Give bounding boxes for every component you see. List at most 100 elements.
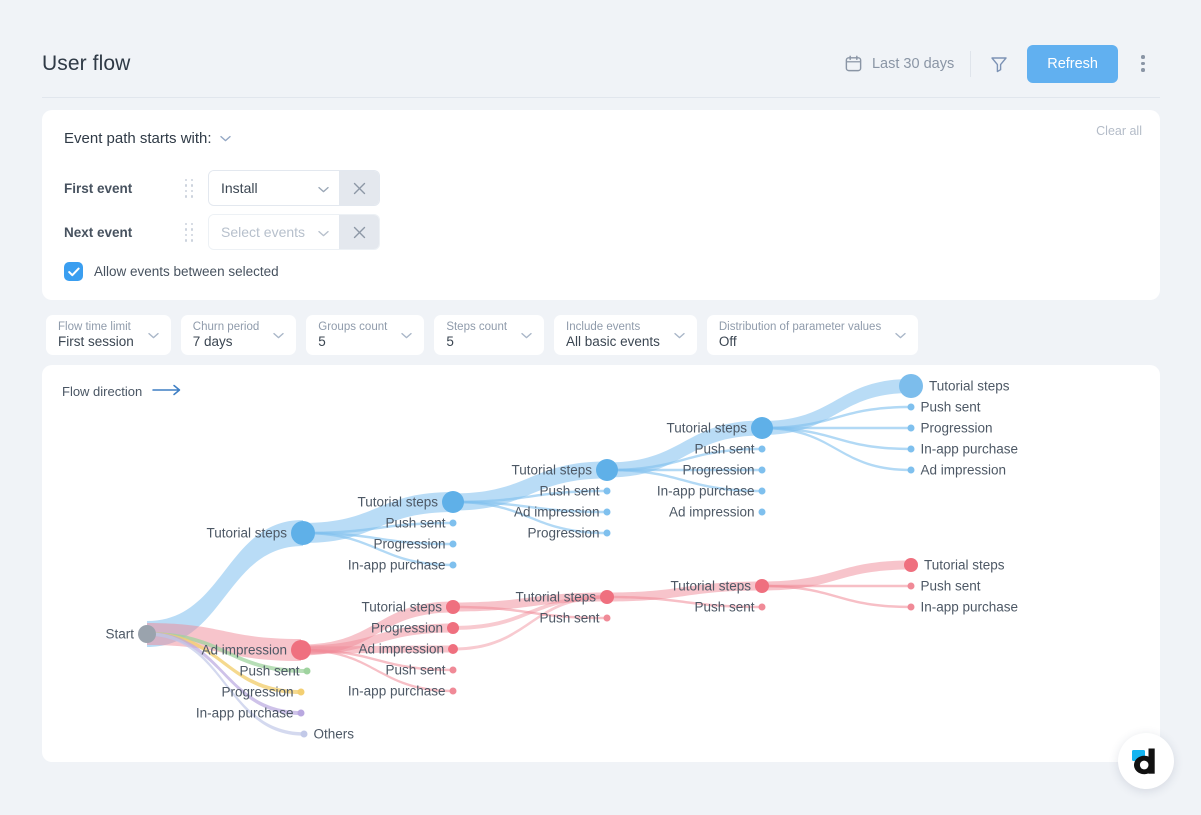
- flow-node[interactable]: [908, 446, 915, 453]
- flow-node[interactable]: [448, 644, 458, 654]
- page-header: User flow Last 30 days: [42, 30, 1160, 98]
- event-row-next: Next event Select events: [64, 210, 380, 254]
- flow-node[interactable]: [759, 488, 766, 495]
- next-event-select[interactable]: Select events: [209, 215, 339, 249]
- flow-node[interactable]: [759, 446, 766, 453]
- flow-node[interactable]: [759, 467, 766, 474]
- calendar-icon: [844, 54, 863, 73]
- flow-node[interactable]: [301, 731, 308, 738]
- allow-events-label: Allow events between selected: [94, 264, 279, 279]
- option-steps-count[interactable]: Steps count 5: [434, 315, 544, 355]
- flow-node[interactable]: [908, 404, 915, 411]
- flow-node-label: In-app purchase: [348, 684, 446, 699]
- flow-node[interactable]: [604, 530, 611, 537]
- flow-node-label: Push sent: [539, 484, 599, 499]
- flow-node-label: Others: [314, 727, 355, 742]
- flow-node[interactable]: [450, 520, 457, 527]
- drag-handle-icon[interactable]: [180, 179, 198, 198]
- option-include-events[interactable]: Include events All basic events: [554, 315, 697, 355]
- flow-node-label: Ad impression: [358, 642, 444, 657]
- chevron-down-icon: [318, 180, 329, 196]
- option-groups-count[interactable]: Groups count 5: [306, 315, 424, 355]
- flow-node[interactable]: [759, 509, 766, 516]
- flow-node-label: Progression: [371, 621, 443, 636]
- flow-node[interactable]: [450, 667, 457, 674]
- option-title: Flow time limit: [58, 320, 134, 334]
- flow-node[interactable]: [138, 625, 156, 643]
- flow-node-label: Progression: [527, 526, 599, 541]
- flow-node[interactable]: [446, 600, 460, 614]
- user-flow-chart-card: Flow direction StartTutorial stepsAd imp…: [42, 365, 1160, 762]
- flow-node[interactable]: [908, 583, 915, 590]
- event-row-first: First event Install: [64, 166, 380, 210]
- logo-icon: [1131, 745, 1161, 777]
- close-icon: [353, 226, 366, 239]
- event-path-label: Event path starts with:: [64, 130, 231, 147]
- option-distribution-of-parameter-values[interactable]: Distribution of parameter values Off: [707, 315, 918, 355]
- flow-node-label: Push sent: [921, 579, 981, 594]
- flow-node[interactable]: [298, 710, 305, 717]
- flow-node[interactable]: [759, 604, 766, 611]
- flow-node-label: Push sent: [239, 664, 299, 679]
- allow-events-checkbox[interactable]: [64, 262, 83, 281]
- allow-events-between-row: Allow events between selected: [64, 262, 279, 281]
- option-value: Off: [719, 334, 881, 350]
- first-event-value: Install: [221, 180, 258, 196]
- flow-node[interactable]: [596, 459, 618, 481]
- refresh-button[interactable]: Refresh: [1027, 45, 1118, 83]
- flow-node[interactable]: [450, 541, 457, 548]
- kebab-menu-icon[interactable]: [1126, 47, 1160, 81]
- flow-node[interactable]: [908, 467, 915, 474]
- flow-node-label: In-app purchase: [657, 484, 755, 499]
- flow-node[interactable]: [450, 688, 457, 695]
- flow-node[interactable]: [291, 521, 315, 545]
- first-event-clear-button[interactable]: [339, 171, 379, 205]
- flow-node[interactable]: [604, 488, 611, 495]
- flow-node-label: Push sent: [694, 600, 754, 615]
- flow-node-label: Tutorial steps: [361, 600, 442, 615]
- date-range-picker[interactable]: Last 30 days: [844, 54, 970, 73]
- header-actions: Last 30 days Refresh: [844, 45, 1160, 83]
- flow-node-label: In-app purchase: [196, 706, 294, 721]
- flow-node[interactable]: [604, 509, 611, 516]
- drag-handle-icon[interactable]: [180, 223, 198, 242]
- next-event-value: Select events: [221, 224, 305, 240]
- flow-node[interactable]: [899, 374, 923, 398]
- chevron-down-icon: [521, 326, 532, 344]
- flow-node[interactable]: [291, 640, 311, 660]
- filter-button[interactable]: [971, 54, 1027, 74]
- flow-node[interactable]: [751, 417, 773, 439]
- flow-node-label: Push sent: [385, 663, 445, 678]
- devtodev-logo[interactable]: [1118, 733, 1174, 789]
- flow-node[interactable]: [450, 562, 457, 569]
- flow-node[interactable]: [908, 425, 915, 432]
- flow-node[interactable]: [442, 491, 464, 513]
- next-event-clear-button[interactable]: [339, 215, 379, 249]
- flow-node[interactable]: [600, 590, 614, 604]
- flow-options-row: Flow time limit First session Churn peri…: [46, 315, 918, 355]
- first-event-select[interactable]: Install: [209, 171, 339, 205]
- flow-node[interactable]: [755, 579, 769, 593]
- clear-all-link[interactable]: Clear all: [1096, 124, 1142, 138]
- flow-node[interactable]: [904, 558, 918, 572]
- flow-node[interactable]: [298, 689, 305, 696]
- flow-node[interactable]: [908, 604, 915, 611]
- option-title: Steps count: [446, 320, 507, 334]
- event-path-label-text: Event path starts with:: [64, 130, 212, 147]
- option-title: Groups count: [318, 320, 387, 334]
- first-event-label: First event: [64, 181, 180, 196]
- next-event-select-wrap: Select events: [208, 214, 380, 250]
- option-churn-period[interactable]: Churn period 7 days: [181, 315, 296, 355]
- flow-node-label: Progression: [921, 421, 993, 436]
- flow-node[interactable]: [447, 622, 459, 634]
- flow-node[interactable]: [304, 668, 311, 675]
- flow-node-label: Tutorial steps: [929, 379, 1010, 394]
- flow-node-label: Ad impression: [514, 505, 600, 520]
- page-title: User flow: [42, 52, 130, 76]
- flow-node[interactable]: [604, 615, 611, 622]
- chevron-down-icon[interactable]: [220, 135, 231, 142]
- flow-node-label: Push sent: [921, 400, 981, 415]
- option-title: Include events: [566, 320, 660, 334]
- option-title: Churn period: [193, 320, 259, 334]
- option-flow-time-limit[interactable]: Flow time limit First session: [46, 315, 171, 355]
